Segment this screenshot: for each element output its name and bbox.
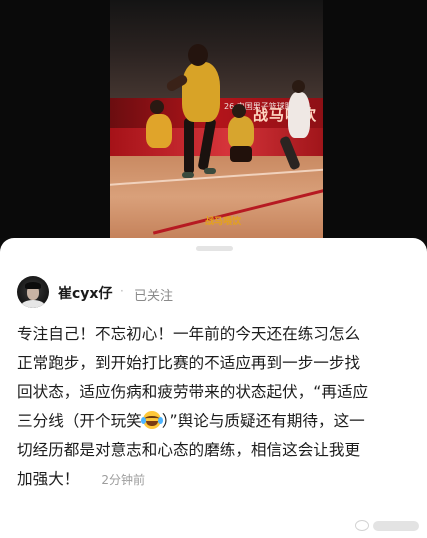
player-2 bbox=[146, 114, 172, 148]
comment-body: 专注自己！不忘初心！一年前的今天还在练习怎么 正常跑步，到开始打比赛的不适应再到… bbox=[17, 320, 415, 495]
game-photo: 26 中国男子篮球职业 战马喂饮 战马喂饮 bbox=[110, 0, 323, 238]
comment-line-part: 加强大！ bbox=[17, 470, 80, 488]
player-1-head bbox=[188, 44, 208, 66]
comment-line: 专注自己！不忘初心！一年前的今天还在练习怎么 bbox=[17, 325, 361, 343]
player-3 bbox=[228, 116, 254, 148]
timestamp: 2分钟前 bbox=[101, 473, 146, 487]
player-1-left-leg bbox=[184, 118, 194, 174]
comment-line: 切经历都是对意志和心态的磨练，相信这会让我更 bbox=[17, 441, 361, 459]
comment-line-part: 三分线（开个玩笑 bbox=[17, 412, 142, 430]
separator-dot: · bbox=[120, 284, 124, 298]
media-viewer[interactable]: 26 中国男子篮球职业 战马喂饮 战马喂饮 bbox=[0, 0, 427, 238]
username[interactable]: 崔cyx仔 bbox=[58, 283, 112, 303]
player-4 bbox=[288, 92, 310, 138]
comment-sheet: 崔cyx仔 · 已关注 专注自己！不忘初心！一年前的今天还在练习怎么 正常跑步，… bbox=[0, 238, 427, 538]
avatar-shirt bbox=[21, 300, 45, 308]
player-3-legs bbox=[230, 146, 252, 162]
watermark-handle bbox=[373, 520, 419, 531]
court-logo: 战马喂饮 bbox=[205, 217, 242, 227]
player-2-head bbox=[150, 100, 164, 114]
comment-line-part: ）”舆论与质疑还有期待，这一 bbox=[161, 412, 365, 430]
comment-line: 回状态，适应伤病和疲劳带来的状态起伏，“再适应 bbox=[17, 383, 369, 401]
comment-line: 正常跑步，到开始打比赛的不适应再到一步一步找 bbox=[17, 354, 361, 372]
player-1-shoe bbox=[204, 168, 216, 174]
comment-line: 加强大！ 2分钟前 bbox=[17, 465, 415, 495]
player-1-shoe bbox=[182, 172, 194, 178]
avatar-hair bbox=[25, 282, 41, 289]
player-1 bbox=[182, 62, 220, 122]
weibo-logo-icon bbox=[355, 520, 369, 531]
avatar[interactable] bbox=[17, 276, 49, 308]
sheet-drag-handle[interactable] bbox=[196, 246, 233, 251]
player-4-head bbox=[292, 80, 305, 93]
basketball-scene: 26 中国男子篮球职业 战马喂饮 战马喂饮 bbox=[110, 0, 323, 238]
laughing-tears-emoji-icon bbox=[140, 411, 163, 429]
follow-status[interactable]: 已关注 bbox=[134, 285, 173, 304]
comment-line: 三分线（开个玩笑 ）”舆论与质疑还有期待，这一 bbox=[17, 407, 415, 436]
player-3-head bbox=[232, 104, 246, 118]
watermark bbox=[355, 520, 419, 531]
